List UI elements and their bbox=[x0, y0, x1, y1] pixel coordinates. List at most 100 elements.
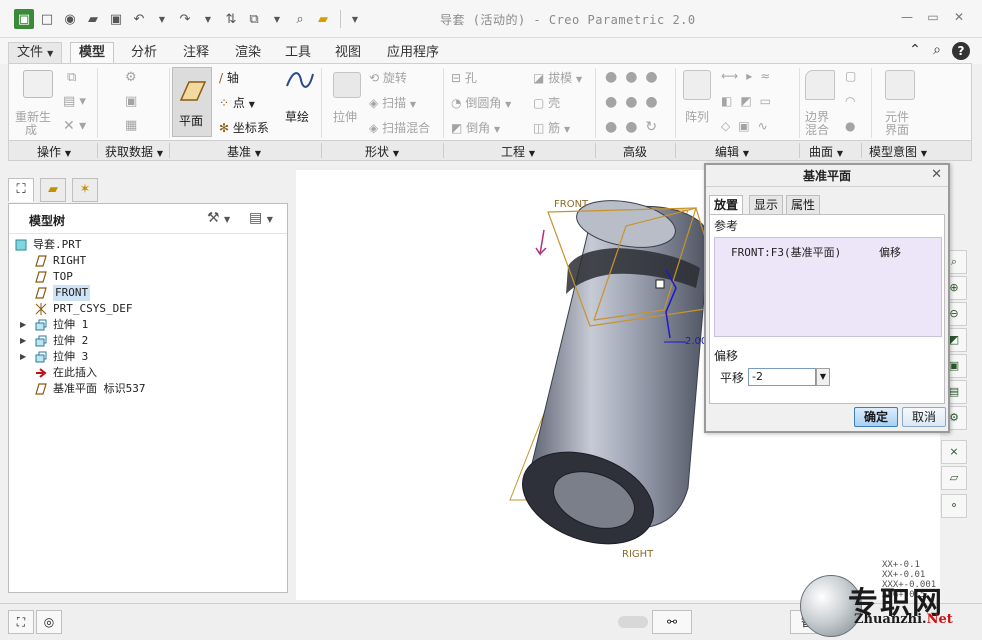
user-defined-feature-icon[interactable]: ⚙ bbox=[125, 70, 137, 85]
tree-item[interactable]: 导套.PRT bbox=[9, 237, 287, 253]
tree-settings-icon[interactable]: ⚒ ▼ bbox=[207, 210, 230, 226]
cancel-button[interactable]: 取消 bbox=[902, 407, 946, 427]
shell-button[interactable]: ▢ 壳 bbox=[533, 94, 560, 111]
redo-dropdown-icon[interactable]: ▼ bbox=[198, 9, 218, 29]
folder-browser-tab[interactable]: ▰ bbox=[40, 178, 66, 202]
fill-icon[interactable]: ▢ bbox=[845, 69, 856, 83]
collapse-ribbon-icon[interactable]: ⌃ bbox=[906, 42, 924, 60]
chamfer-button[interactable]: ◩ 倒角 ▼ bbox=[451, 119, 500, 136]
datum-plane-display-icon[interactable]: ▱ bbox=[941, 466, 967, 490]
maximize-icon[interactable]: ▭ bbox=[920, 8, 946, 26]
toggle-browser-icon[interactable]: ◎ bbox=[36, 610, 62, 634]
reference-item[interactable]: FRONT:F3(基准平面) bbox=[731, 244, 841, 260]
open-folder-icon[interactable]: ▰ bbox=[83, 9, 103, 29]
ok-button[interactable]: 确定 bbox=[854, 407, 898, 427]
tree-item[interactable]: TOP bbox=[9, 269, 287, 285]
close-window-icon[interactable]: ▰ bbox=[313, 9, 333, 29]
revolve-button[interactable]: ⟲ 旋转 bbox=[369, 69, 407, 86]
mirror-icon[interactable]: ⟷▸≈ bbox=[721, 69, 778, 83]
group-get-data[interactable]: 获取数据 ▼ bbox=[105, 143, 163, 160]
extrude-icon[interactable] bbox=[333, 72, 361, 98]
datum-display-icon[interactable]: ⨯ bbox=[941, 440, 967, 464]
tab-placement[interactable]: 放置 bbox=[709, 195, 744, 215]
customize-dropdown-icon[interactable]: ▼ bbox=[345, 9, 365, 29]
tree-item[interactable]: RIGHT bbox=[9, 253, 287, 269]
tab-view[interactable]: 视图 bbox=[326, 42, 370, 64]
advanced-tools-icon[interactable]: ●●● bbox=[605, 69, 666, 85]
toggle-navigator-icon[interactable]: ⛶ bbox=[8, 610, 34, 634]
rib-button[interactable]: ◫ 筋 ▼ bbox=[533, 119, 570, 136]
tree-item[interactable]: PRT_CSYS_DEF bbox=[9, 301, 287, 317]
copy-geometry-icon[interactable]: ▣ bbox=[125, 94, 137, 109]
axis-button[interactable]: / 轴 bbox=[219, 69, 239, 86]
tab-tools[interactable]: 工具 bbox=[276, 42, 320, 64]
tree-item[interactable]: ▶ 拉伸 3 bbox=[9, 349, 287, 365]
tab-annotate[interactable]: 注释 bbox=[174, 42, 218, 64]
paste-icon[interactable]: ▤ ▾ bbox=[63, 94, 86, 109]
tab-render[interactable]: 渲染 bbox=[226, 42, 270, 64]
style-icon[interactable]: ◠ bbox=[845, 94, 855, 108]
sweep-button[interactable]: ◈ 扫描 ▼ bbox=[369, 94, 416, 111]
csys-button[interactable]: ✻ 坐标系 bbox=[219, 119, 269, 136]
tab-display[interactable]: 显示 bbox=[749, 195, 784, 215]
reference-constraint[interactable]: 偏移 bbox=[879, 244, 901, 260]
delete-icon[interactable]: ✕ ▾ bbox=[63, 118, 86, 134]
references-list[interactable]: FRONT:F3(基准平面) 偏移 bbox=[714, 237, 942, 337]
component-interface-icon[interactable] bbox=[885, 70, 915, 100]
group-editing[interactable]: 编辑 ▼ bbox=[715, 143, 749, 160]
shrinkwrap-icon[interactable]: ▦ bbox=[125, 118, 137, 133]
redo-icon[interactable]: ↷ bbox=[175, 9, 195, 29]
swept-blend-button[interactable]: ◈ 扫描混合 bbox=[369, 119, 430, 136]
model-tree-tab[interactable]: ⛶ bbox=[8, 178, 34, 202]
translation-dropdown-icon[interactable]: ▼ bbox=[816, 368, 830, 386]
tree-show-icon[interactable]: ▤ ▼ bbox=[249, 210, 273, 226]
tree-item[interactable]: ▶ 拉伸 2 bbox=[9, 333, 287, 349]
windows-icon[interactable]: ⧉ bbox=[244, 9, 264, 29]
tree-item[interactable]: 在此插入 bbox=[9, 365, 287, 381]
round-button[interactable]: ◔ 倒圆角 ▼ bbox=[451, 94, 511, 111]
expand-arrow-icon[interactable]: ▶ bbox=[20, 317, 26, 333]
tab-properties[interactable]: 属性 bbox=[786, 195, 821, 215]
hole-button[interactable]: ⊟ 孔 bbox=[451, 69, 477, 86]
group-datum[interactable]: 基准 ▼ bbox=[227, 143, 261, 160]
tab-analysis[interactable]: 分析 bbox=[122, 42, 166, 64]
spin-center-icon[interactable]: ⚬ bbox=[941, 494, 967, 518]
regenerate-icon[interactable]: ⇅ bbox=[221, 9, 241, 29]
tab-model[interactable]: 模型 bbox=[70, 42, 115, 64]
advanced-tools-icon[interactable]: ●●↻ bbox=[605, 119, 665, 135]
group-shapes[interactable]: 形状 ▼ bbox=[365, 143, 399, 160]
search-icon[interactable]: ⌕ bbox=[928, 42, 946, 60]
minimize-icon[interactable]: — bbox=[894, 8, 920, 26]
group-model-intent[interactable]: 模型意图 ▼ bbox=[869, 143, 927, 160]
translation-input[interactable]: -2 bbox=[748, 368, 816, 386]
direction-arrow-icon[interactable] bbox=[535, 229, 547, 256]
close-icon[interactable]: ✕ bbox=[946, 8, 972, 26]
tab-applications[interactable]: 应用程序 bbox=[378, 42, 448, 64]
new-icon[interactable]: □ bbox=[37, 9, 57, 29]
find-icon[interactable]: ⌕ bbox=[290, 9, 310, 29]
find-binoculars-icon[interactable]: ⚯ bbox=[652, 610, 692, 634]
tab-file[interactable]: 文件 ▼ bbox=[8, 42, 63, 64]
pattern-label[interactable]: 阵列 bbox=[685, 108, 709, 125]
group-surfaces[interactable]: 曲面 ▼ bbox=[809, 143, 843, 160]
expand-arrow-icon[interactable]: ▶ bbox=[20, 333, 26, 349]
undo-icon[interactable]: ↶ bbox=[129, 9, 149, 29]
tree-item[interactable]: ▶ 拉伸 1 bbox=[9, 317, 287, 333]
copy-icon[interactable]: ⧉ bbox=[67, 70, 76, 85]
advanced-tools-icon[interactable]: ●●● bbox=[605, 94, 666, 110]
point-button[interactable]: ⁘ 点 ▼ bbox=[219, 94, 255, 111]
group-operations[interactable]: 操作 ▼ bbox=[37, 143, 71, 160]
boundary-blend-icon[interactable] bbox=[805, 70, 835, 100]
favorites-tab[interactable]: ✶ bbox=[72, 178, 98, 202]
sketch-button[interactable] bbox=[285, 68, 315, 97]
offset-icon[interactable]: ◇▣∿ bbox=[721, 119, 776, 133]
front-plane-label[interactable]: FRONT bbox=[554, 199, 588, 210]
undo-dropdown-icon[interactable]: ▼ bbox=[152, 9, 172, 29]
group-engineering[interactable]: 工程 ▼ bbox=[501, 143, 535, 160]
plane-button[interactable]: 平面 bbox=[172, 67, 212, 137]
trim-icon[interactable]: ◧◩▭ bbox=[721, 94, 779, 108]
help-icon[interactable]: ? bbox=[952, 42, 970, 60]
draft-button[interactable]: ◪ 拔模 ▼ bbox=[533, 69, 582, 86]
windows-dropdown-icon[interactable]: ▼ bbox=[267, 9, 287, 29]
group-advanced[interactable]: 高级 bbox=[623, 143, 647, 160]
